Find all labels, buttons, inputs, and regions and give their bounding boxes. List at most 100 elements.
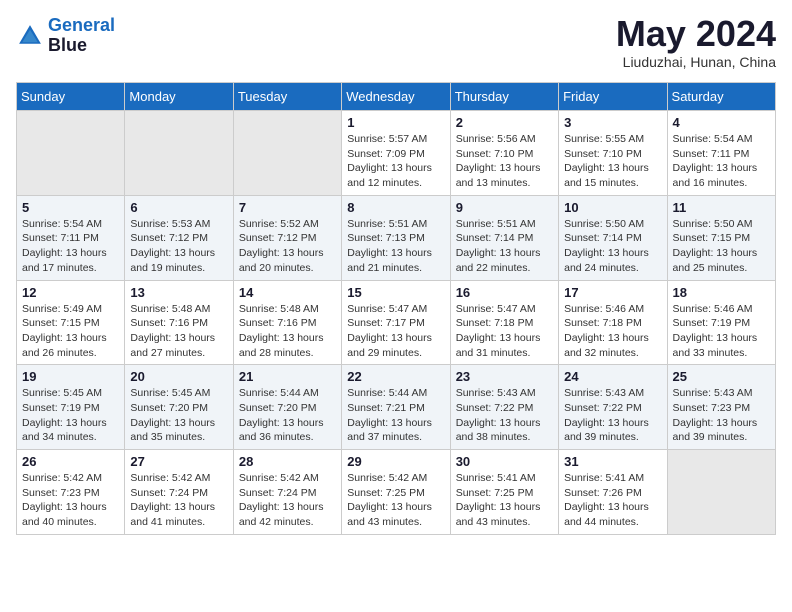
day-number: 12 [22,285,119,300]
calendar-cell: 24 Sunrise: 5:43 AMSunset: 7:22 PMDayligh… [559,365,667,450]
day-info: Sunrise: 5:46 AMSunset: 7:19 PMDaylight:… [673,302,770,361]
day-info: Sunrise: 5:41 AMSunset: 7:26 PMDaylight:… [564,471,661,530]
day-info: Sunrise: 5:47 AMSunset: 7:17 PMDaylight:… [347,302,444,361]
day-info: Sunrise: 5:45 AMSunset: 7:20 PMDaylight:… [130,386,227,445]
calendar-cell: 31Sunrise: 5:41 AMSunset: 7:26 PMDayligh… [559,450,667,535]
calendar-cell [233,111,341,196]
calendar-cell: 7Sunrise: 5:52 AMSunset: 7:12 PMDaylight… [233,195,341,280]
day-number: 28 [239,454,336,469]
day-info: Sunrise: 5:43 AMSunset: 7:22 PMDaylight:… [564,386,661,445]
calendar-header-row: SundayMondayTuesdayWednesdayThursdayFrid… [17,83,776,111]
day-number: 1 [347,115,444,130]
day-info: Sunrise: 5:57 AMSunset: 7:09 PMDaylight:… [347,132,444,191]
calendar-cell: 15 Sunrise: 5:47 AMSunset: 7:17 PMDayligh… [342,280,450,365]
day-info: Sunrise: 5:50 AMSunset: 7:15 PMDaylight:… [673,217,770,276]
calendar-cell: 2 Sunrise: 5:56 AMSunset: 7:10 PMDaylight… [450,111,558,196]
calendar-cell: 18Sunrise: 5:46 AMSunset: 7:19 PMDayligh… [667,280,775,365]
day-info: Sunrise: 5:49 AMSunset: 7:15 PMDaylight:… [22,302,119,361]
calendar-cell [667,450,775,535]
calendar-cell [17,111,125,196]
day-info: Sunrise: 5:41 AMSunset: 7:25 PMDaylight:… [456,471,553,530]
day-number: 15 [347,285,444,300]
calendar-cell: 30Sunrise: 5:41 AMSunset: 7:25 PMDayligh… [450,450,558,535]
day-info: Sunrise: 5:45 AMSunset: 7:19 PMDaylight:… [22,386,119,445]
day-info: Sunrise: 5:42 AMSunset: 7:24 PMDaylight:… [130,471,227,530]
day-number: 16 [456,285,553,300]
day-number: 24 [564,369,661,384]
day-info: Sunrise: 5:53 AMSunset: 7:12 PMDaylight:… [130,217,227,276]
day-number: 22 [347,369,444,384]
day-number: 26 [22,454,119,469]
day-number: 14 [239,285,336,300]
location-title: Liuduzhai, Hunan, China [616,54,776,70]
day-number: 27 [130,454,227,469]
calendar-cell: 5 Sunrise: 5:54 AMSunset: 7:11 PMDaylight… [17,195,125,280]
calendar-cell: 17 Sunrise: 5:46 AMSunset: 7:18 PMDayligh… [559,280,667,365]
day-info: Sunrise: 5:43 AMSunset: 7:22 PMDaylight:… [456,386,553,445]
day-info: Sunrise: 5:44 AMSunset: 7:20 PMDaylight:… [239,386,336,445]
calendar-week-row: 12 Sunrise: 5:49 AMSunset: 7:15 PMDayligh… [17,280,776,365]
day-info: Sunrise: 5:44 AMSunset: 7:21 PMDaylight:… [347,386,444,445]
day-number: 2 [456,115,553,130]
day-number: 9 [456,200,553,215]
day-info: Sunrise: 5:56 AMSunset: 7:10 PMDaylight:… [456,132,553,191]
day-number: 6 [130,200,227,215]
day-number: 20 [130,369,227,384]
day-number: 4 [673,115,770,130]
calendar-cell: 6 Sunrise: 5:53 AMSunset: 7:12 PMDaylight… [125,195,233,280]
day-info: Sunrise: 5:50 AMSunset: 7:14 PMDaylight:… [564,217,661,276]
weekday-header: Saturday [667,83,775,111]
day-number: 17 [564,285,661,300]
title-block: May 2024 Liuduzhai, Hunan, China [616,16,776,70]
month-title: May 2024 [616,16,776,52]
day-number: 21 [239,369,336,384]
day-info: Sunrise: 5:42 AMSunset: 7:24 PMDaylight:… [239,471,336,530]
day-info: Sunrise: 5:48 AMSunset: 7:16 PMDaylight:… [130,302,227,361]
day-info: Sunrise: 5:47 AMSunset: 7:18 PMDaylight:… [456,302,553,361]
calendar-week-row: 19 Sunrise: 5:45 AMSunset: 7:19 PMDayligh… [17,365,776,450]
day-number: 29 [347,454,444,469]
weekday-header: Thursday [450,83,558,111]
day-info: Sunrise: 5:51 AMSunset: 7:14 PMDaylight:… [456,217,553,276]
day-info: Sunrise: 5:51 AMSunset: 7:13 PMDaylight:… [347,217,444,276]
logo-text: General Blue [48,16,115,56]
day-info: Sunrise: 5:43 AMSunset: 7:23 PMDaylight:… [673,386,770,445]
calendar-cell: 3Sunrise: 5:55 AMSunset: 7:10 PMDaylight… [559,111,667,196]
day-info: Sunrise: 5:46 AMSunset: 7:18 PMDaylight:… [564,302,661,361]
calendar-cell [125,111,233,196]
calendar-cell: 26 Sunrise: 5:42 AMSunset: 7:23 PMDayligh… [17,450,125,535]
calendar-cell: 11 Sunrise: 5:50 AMSunset: 7:15 PMDayligh… [667,195,775,280]
calendar-cell: 21 Sunrise: 5:44 AMSunset: 7:20 PMDayligh… [233,365,341,450]
weekday-header: Friday [559,83,667,111]
calendar-cell: 27 Sunrise: 5:42 AMSunset: 7:24 PMDayligh… [125,450,233,535]
calendar-cell: 4 Sunrise: 5:54 AMSunset: 7:11 PMDaylight… [667,111,775,196]
calendar-cell: 16 Sunrise: 5:47 AMSunset: 7:18 PMDayligh… [450,280,558,365]
day-info: Sunrise: 5:48 AMSunset: 7:16 PMDaylight:… [239,302,336,361]
calendar-week-row: 26 Sunrise: 5:42 AMSunset: 7:23 PMDayligh… [17,450,776,535]
day-info: Sunrise: 5:55 AMSunset: 7:10 PMDaylight:… [564,132,661,191]
calendar-week-row: 1 Sunrise: 5:57 AMSunset: 7:09 PMDaylight… [17,111,776,196]
calendar-cell: 25 Sunrise: 5:43 AMSunset: 7:23 PMDayligh… [667,365,775,450]
calendar-cell: 20 Sunrise: 5:45 AMSunset: 7:20 PMDayligh… [125,365,233,450]
calendar-cell: 1 Sunrise: 5:57 AMSunset: 7:09 PMDaylight… [342,111,450,196]
calendar-cell: 14 Sunrise: 5:48 AMSunset: 7:16 PMDayligh… [233,280,341,365]
day-number: 25 [673,369,770,384]
logo: General Blue [16,16,115,56]
calendar-cell: 12 Sunrise: 5:49 AMSunset: 7:15 PMDayligh… [17,280,125,365]
day-number: 19 [22,369,119,384]
calendar-cell: 9 Sunrise: 5:51 AMSunset: 7:14 PMDaylight… [450,195,558,280]
calendar-cell: 19 Sunrise: 5:45 AMSunset: 7:19 PMDayligh… [17,365,125,450]
day-number: 11 [673,200,770,215]
day-info: Sunrise: 5:54 AMSunset: 7:11 PMDaylight:… [673,132,770,191]
day-info: Sunrise: 5:42 AMSunset: 7:23 PMDaylight:… [22,471,119,530]
day-number: 5 [22,200,119,215]
calendar-cell: 10Sunrise: 5:50 AMSunset: 7:14 PMDayligh… [559,195,667,280]
calendar-week-row: 5 Sunrise: 5:54 AMSunset: 7:11 PMDaylight… [17,195,776,280]
weekday-header: Wednesday [342,83,450,111]
page-header: General Blue May 2024 Liuduzhai, Hunan, … [16,16,776,70]
day-number: 8 [347,200,444,215]
calendar-table: SundayMondayTuesdayWednesdayThursdayFrid… [16,82,776,535]
day-info: Sunrise: 5:42 AMSunset: 7:25 PMDaylight:… [347,471,444,530]
day-info: Sunrise: 5:54 AMSunset: 7:11 PMDaylight:… [22,217,119,276]
weekday-header: Monday [125,83,233,111]
